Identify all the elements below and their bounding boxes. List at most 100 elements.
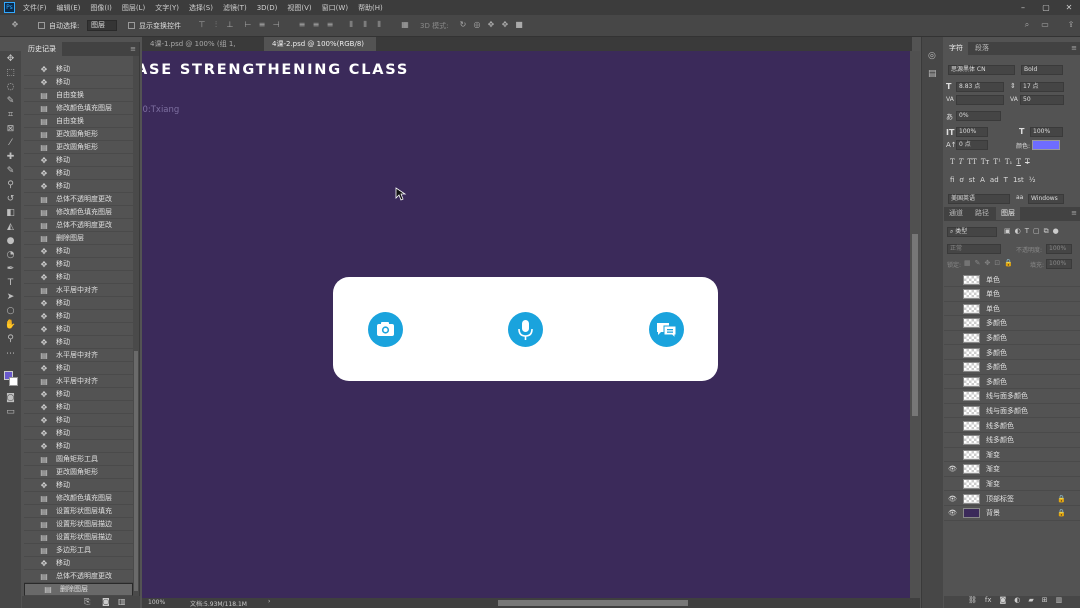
- distribute-top-icon[interactable]: ≡: [297, 20, 307, 30]
- lock-artboard-icon[interactable]: ⊡: [994, 259, 1000, 267]
- document-canvas[interactable]: ASE STRENGTHENING CLASS 7732140:Txiang: [142, 51, 910, 598]
- menu-edit[interactable]: 编辑(E): [57, 3, 81, 13]
- layer-filter-select[interactable]: ⌕ 类型: [947, 227, 997, 237]
- fill-field[interactable]: 100%: [1046, 259, 1072, 269]
- hand-tool[interactable]: ✋: [4, 320, 17, 331]
- history-item[interactable]: ▤ 总体不透明度更改: [24, 219, 133, 232]
- history-item[interactable]: ▤ 圆角矩形工具: [24, 453, 133, 466]
- ligature-icon[interactable]: fi: [950, 176, 954, 187]
- history-item[interactable]: ▤ 更改圆角矩形: [24, 466, 133, 479]
- move-tool-icon[interactable]: ✥: [10, 20, 20, 30]
- close-icon[interactable]: ✕: [1058, 0, 1080, 15]
- tab-channels[interactable]: 通道: [944, 207, 968, 220]
- history-item[interactable]: ✥ 移动: [24, 76, 133, 89]
- history-item[interactable]: ▤ 更改圆角矩形: [24, 128, 133, 141]
- tab-layers[interactable]: 图层: [996, 207, 1020, 220]
- history-item[interactable]: ✥ 移动: [24, 362, 133, 375]
- align-left-icon[interactable]: ⊢: [243, 20, 253, 30]
- menu-file[interactable]: 文件(F): [23, 3, 47, 13]
- menu-type[interactable]: 文字(Y): [155, 3, 179, 13]
- tracking-field[interactable]: 50: [1020, 95, 1064, 105]
- distribute-hcenter-icon[interactable]: ⫴: [360, 20, 370, 30]
- type-tool[interactable]: T: [4, 278, 17, 289]
- canvas-vertical-scrollbar[interactable]: [910, 51, 920, 598]
- history-item[interactable]: ✥ 移动: [24, 310, 133, 323]
- visibility-eye-icon[interactable]: 👁: [948, 495, 957, 503]
- align-top-icon[interactable]: ⊤: [197, 20, 207, 30]
- history-item[interactable]: ▤ 多边形工具: [24, 544, 133, 557]
- menu-image[interactable]: 图像(I): [90, 3, 112, 13]
- menu-3d[interactable]: 3D(D): [257, 4, 278, 12]
- adjustment-layer-icon[interactable]: ◐: [1014, 596, 1020, 608]
- tab-document-1[interactable]: 4课-1.psd @ 100% (组 1, RGB/8)×: [142, 37, 264, 62]
- fraction-icon[interactable]: ½: [1029, 176, 1036, 187]
- language-select[interactable]: 美国英语: [948, 194, 1010, 204]
- history-item[interactable]: ▤ 设置形状图层描边: [24, 518, 133, 531]
- history-item[interactable]: ▤ 总体不透明度更改: [24, 570, 133, 583]
- healing-brush-tool[interactable]: ✚: [4, 152, 17, 163]
- history-item[interactable]: ✥ 移动: [24, 180, 133, 193]
- layer-row[interactable]: 多颜色: [944, 317, 1080, 331]
- visibility-eye-icon[interactable]: 👁: [948, 509, 957, 517]
- filter-type-icon[interactable]: T: [1025, 227, 1029, 236]
- history-item[interactable]: ✥ 移动: [24, 388, 133, 401]
- 3d-slide-icon[interactable]: ✥: [500, 20, 510, 30]
- history-item[interactable]: ✥ 移动: [24, 258, 133, 271]
- tab-paths[interactable]: 路径: [970, 207, 994, 220]
- frame-tool[interactable]: ⊠: [4, 124, 17, 135]
- 3d-roll-icon[interactable]: ◎: [472, 20, 482, 30]
- path-select-tool[interactable]: ➤: [4, 292, 17, 303]
- history-item[interactable]: ✥ 移动: [24, 167, 133, 180]
- menu-window[interactable]: 窗口(W): [322, 3, 348, 13]
- panel-menu-icon[interactable]: ≡: [1071, 209, 1077, 217]
- horizontal-scrollbar[interactable]: [498, 600, 688, 606]
- menu-view[interactable]: 视图(V): [287, 3, 311, 13]
- tsume-field[interactable]: 0%: [956, 111, 1001, 121]
- history-item[interactable]: ▤ 修改颜色填充图层: [24, 102, 133, 115]
- eyedropper-tool[interactable]: ⁄: [4, 138, 17, 149]
- history-item[interactable]: ▤ 修改颜色填充图层: [24, 206, 133, 219]
- layer-row[interactable]: 多颜色: [944, 331, 1080, 346]
- layer-row[interactable]: 渐变: [944, 448, 1080, 463]
- history-item[interactable]: ✥ 移动: [24, 440, 133, 453]
- filter-shape-icon[interactable]: ▢: [1033, 227, 1040, 236]
- vertical-scale-field[interactable]: 100%: [956, 127, 988, 137]
- link-layers-icon[interactable]: ⛓: [968, 596, 977, 608]
- pen-tool[interactable]: ✒: [4, 264, 17, 275]
- lock-transparent-icon[interactable]: ▦: [964, 259, 971, 267]
- share-icon[interactable]: ⇪: [1066, 20, 1076, 30]
- history-brush-tool[interactable]: ↺: [4, 194, 17, 205]
- font-weight-select[interactable]: Bold: [1021, 65, 1063, 75]
- layer-row[interactable]: 多颜色: [944, 375, 1080, 390]
- tab-paragraph[interactable]: 段落: [970, 42, 994, 55]
- eraser-tool[interactable]: ◧: [4, 208, 17, 219]
- history-item[interactable]: ▤ 自由变换: [24, 89, 133, 102]
- menu-layer[interactable]: 图层(L): [122, 3, 145, 13]
- lock-image-icon[interactable]: ✎: [975, 259, 981, 267]
- menu-help[interactable]: 帮助(H): [358, 3, 383, 13]
- tab-character[interactable]: 字符: [944, 42, 968, 55]
- layer-row[interactable]: 单色: [944, 288, 1080, 302]
- 3d-pan-icon[interactable]: ✥: [486, 20, 496, 30]
- font-family-select[interactable]: 思源黑体 CN: [948, 65, 1015, 75]
- menu-filter[interactable]: 滤镜(T): [223, 3, 247, 13]
- history-item[interactable]: ✥ 移动: [24, 323, 133, 336]
- layer-row[interactable]: 渐变: [944, 477, 1080, 492]
- faux-bold-icon[interactable]: T: [950, 158, 955, 169]
- history-item[interactable]: ✥ 移动: [24, 427, 133, 440]
- history-item[interactable]: ▤ 设置形状图层填充: [24, 505, 133, 518]
- history-item[interactable]: ✥ 移动: [24, 479, 133, 492]
- filter-smart-icon[interactable]: ⧉: [1044, 227, 1049, 236]
- horizontal-scale-field[interactable]: 100%: [1030, 127, 1063, 137]
- leading-field[interactable]: 17 点: [1020, 82, 1064, 92]
- faux-italic-icon[interactable]: T: [959, 158, 964, 169]
- blur-tool[interactable]: ●: [4, 236, 17, 247]
- panel-menu-icon[interactable]: ≡: [1071, 44, 1077, 52]
- baseline-shift-field[interactable]: 0 点: [956, 140, 988, 150]
- stylistic-icon[interactable]: A: [980, 176, 985, 187]
- fx-icon[interactable]: fx: [985, 596, 992, 608]
- small-caps-icon[interactable]: Tт: [981, 158, 990, 169]
- text-color-swatch[interactable]: [1032, 140, 1060, 150]
- filter-pixel-icon[interactable]: ▣: [1004, 227, 1011, 236]
- brush-tool[interactable]: ✎: [4, 166, 17, 177]
